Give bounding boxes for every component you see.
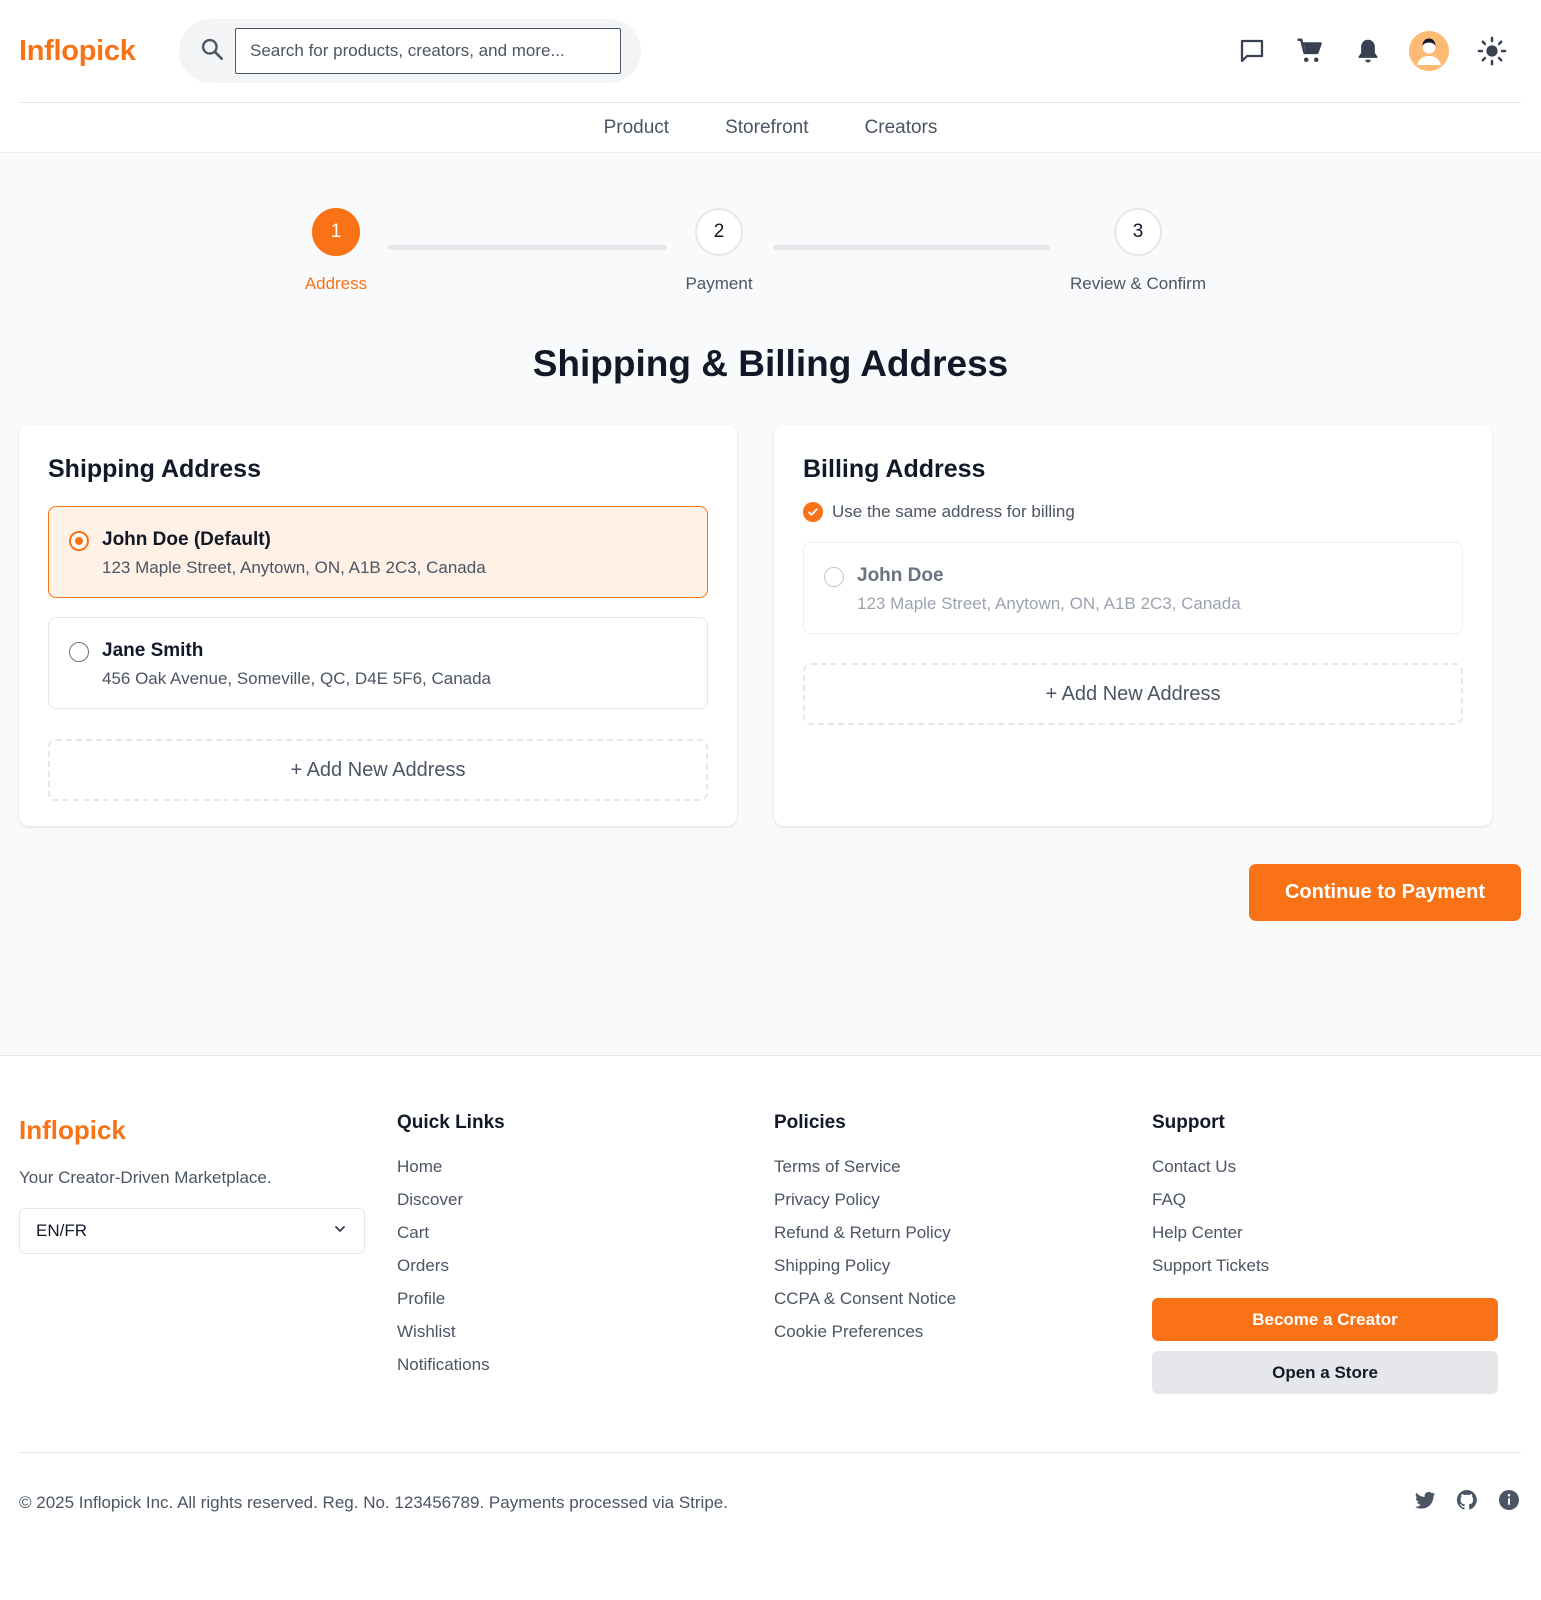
footer-support: Support Contact Us FAQ Help Center Suppo… [1152, 1112, 1498, 1394]
footer-link-support-tickets[interactable]: Support Tickets [1152, 1253, 1498, 1286]
site-footer: Inflopick Your Creator-Driven Marketplac… [0, 1056, 1541, 1600]
avatar[interactable] [1409, 31, 1449, 71]
footer-link-cookies[interactable]: Cookie Preferences [774, 1319, 956, 1352]
address-line: 123 Maple Street, Anytown, ON, A1B 2C3, … [857, 594, 1241, 613]
footer-link-help-center[interactable]: Help Center [1152, 1220, 1498, 1253]
address-name: Jane Smith [102, 640, 204, 661]
footer-link-ccpa[interactable]: CCPA & Consent Notice [774, 1286, 956, 1319]
nav-storefront[interactable]: Storefront [725, 117, 808, 139]
shipping-card: Shipping Address John Doe (Default) 123 … [19, 425, 737, 826]
quick-links-heading: Quick Links [397, 1112, 505, 1133]
twitter-icon[interactable] [1413, 1488, 1437, 1517]
shipping-title: Shipping Address [48, 455, 261, 483]
radio-button[interactable] [69, 531, 89, 551]
add-shipping-address-button[interactable]: + Add New Address [48, 739, 708, 801]
checkout-main: 1 Address 2 Payment 3 Review & Confirm S… [0, 153, 1541, 1056]
chevron-down-icon [332, 1221, 348, 1242]
step-payment[interactable]: 2 Payment [619, 208, 819, 294]
billing-title: Billing Address [803, 455, 986, 483]
step-address[interactable]: 1 Address [236, 208, 436, 294]
search-icon[interactable] [199, 36, 225, 67]
shipping-address-option[interactable]: John Doe (Default) 123 Maple Street, Any… [48, 506, 708, 598]
site-header: Inflopick Product Sto [0, 0, 1541, 153]
social-links [1413, 1488, 1521, 1517]
step-label: Address [304, 274, 368, 293]
chat-icon[interactable] [1223, 36, 1281, 66]
footer-link-home[interactable]: Home [397, 1154, 505, 1187]
site-logo[interactable]: Inflopick [19, 35, 179, 68]
footer-bottom: © 2025 Inflopick Inc. All rights reserve… [19, 1452, 1521, 1552]
footer-policies: Policies Terms of Service Privacy Policy… [774, 1112, 956, 1352]
policies-heading: Policies [774, 1112, 846, 1133]
footer-link-discover[interactable]: Discover [397, 1187, 505, 1220]
footer-link-privacy[interactable]: Privacy Policy [774, 1187, 956, 1220]
continue-to-payment-button[interactable]: Continue to Payment [1249, 864, 1521, 921]
support-heading: Support [1152, 1112, 1225, 1133]
address-name: John Doe (Default) [102, 529, 271, 550]
same-address-checkbox[interactable]: Use the same address for billing [803, 502, 1463, 522]
nav-product[interactable]: Product [604, 117, 669, 139]
become-creator-button[interactable]: Become a Creator [1152, 1298, 1498, 1341]
bell-icon[interactable] [1339, 36, 1397, 66]
footer-link-orders[interactable]: Orders [397, 1253, 505, 1286]
language-select[interactable]: EN/FR [19, 1208, 365, 1254]
header-actions [1223, 31, 1521, 71]
page-title: Shipping & Billing Address [532, 343, 1009, 384]
footer-logo[interactable]: Inflopick [19, 1115, 365, 1146]
address-line: 123 Maple Street, Anytown, ON, A1B 2C3, … [102, 558, 486, 577]
footer-link-contact[interactable]: Contact Us [1152, 1154, 1498, 1187]
language-value: EN/FR [36, 1221, 87, 1240]
nav-creators[interactable]: Creators [865, 117, 938, 139]
copyright-text: © 2025 Inflopick Inc. All rights reserve… [19, 1492, 728, 1512]
step-review[interactable]: 3 Review & Confirm [1038, 208, 1238, 294]
step-number: 3 [1114, 208, 1162, 256]
address-line: 456 Oak Avenue, Someville, QC, D4E 5F6, … [102, 669, 492, 688]
footer-link-wishlist[interactable]: Wishlist [397, 1319, 505, 1352]
search-input[interactable] [235, 28, 621, 74]
footer-link-profile[interactable]: Profile [397, 1286, 505, 1319]
address-name: John Doe [857, 565, 944, 586]
footer-tagline: Your Creator-Driven Marketplace. [19, 1168, 272, 1187]
footer-quick-links: Quick Links Home Discover Cart Orders Pr… [397, 1112, 505, 1385]
shipping-address-option[interactable]: Jane Smith 456 Oak Avenue, Someville, QC… [48, 617, 708, 709]
step-label: Review & Confirm [1069, 274, 1207, 293]
check-icon[interactable] [803, 502, 823, 522]
footer-link-faq[interactable]: FAQ [1152, 1187, 1498, 1220]
step-label: Payment [685, 274, 753, 293]
footer-link-terms[interactable]: Terms of Service [774, 1154, 956, 1187]
footer-link-shipping[interactable]: Shipping Policy [774, 1253, 956, 1286]
open-store-button[interactable]: Open a Store [1152, 1351, 1498, 1394]
search-bar [179, 19, 641, 83]
footer-link-notifications[interactable]: Notifications [397, 1352, 505, 1385]
radio-button [824, 567, 844, 587]
info-icon[interactable] [1497, 1488, 1521, 1517]
add-billing-address-button[interactable]: + Add New Address [803, 663, 1463, 725]
footer-link-cart[interactable]: Cart [397, 1220, 505, 1253]
billing-address-option: John Doe 123 Maple Street, Anytown, ON, … [803, 542, 1463, 634]
footer-brand: Inflopick Your Creator-Driven Marketplac… [19, 1112, 365, 1254]
radio-button[interactable] [69, 642, 89, 662]
billing-card: Billing Address Use the same address for… [774, 425, 1492, 826]
footer-link-refund[interactable]: Refund & Return Policy [774, 1220, 956, 1253]
step-number: 2 [695, 208, 743, 256]
checkout-stepper: 1 Address 2 Payment 3 Review & Confirm [0, 208, 1541, 298]
step-number: 1 [312, 208, 360, 256]
top-bar: Inflopick [19, 0, 1521, 103]
same-address-label: Use the same address for billing [832, 502, 1075, 521]
main-nav: Product Storefront Creators [0, 104, 1541, 152]
github-icon[interactable] [1455, 1488, 1479, 1517]
cart-icon[interactable] [1281, 36, 1339, 66]
sun-icon[interactable] [1463, 36, 1521, 66]
